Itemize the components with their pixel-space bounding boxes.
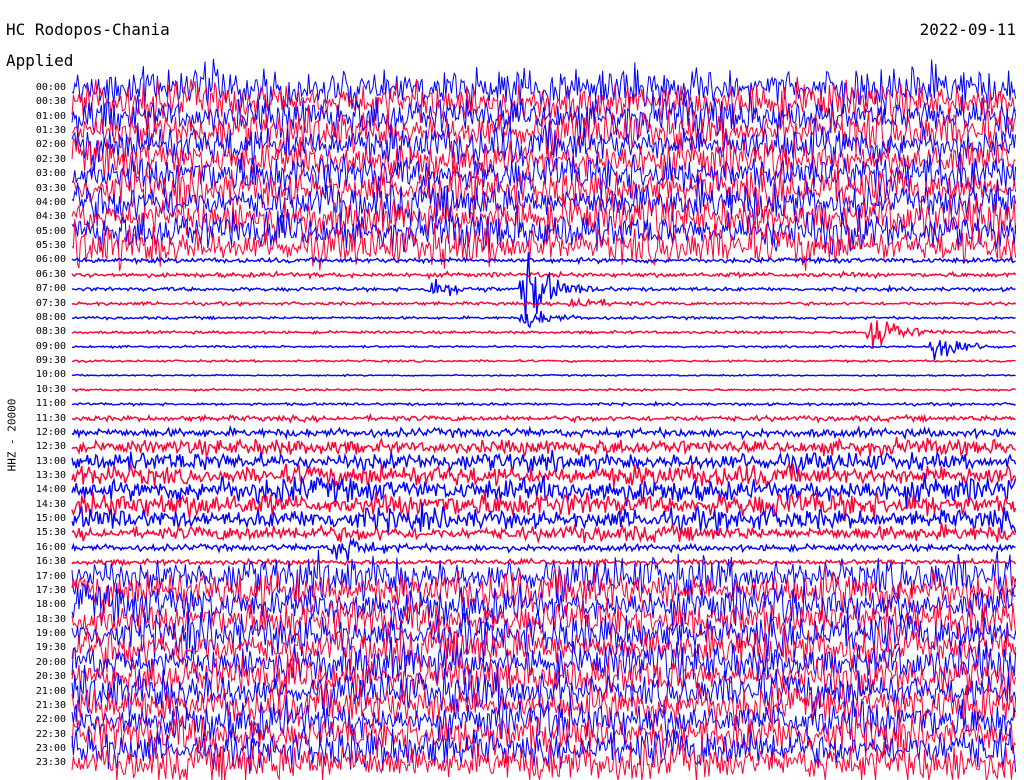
- trace-line: [71, 537, 1016, 562]
- trace-line: [71, 320, 1016, 349]
- trace-line: [71, 387, 1016, 393]
- trace-line: [71, 549, 1017, 602]
- trace-line: [71, 424, 1017, 441]
- trace-line: [71, 522, 1016, 545]
- trace-line: [71, 400, 1016, 408]
- trace-line: [71, 255, 1016, 266]
- trace-line: [71, 436, 1017, 460]
- trace-line: [71, 556, 1017, 569]
- trace-line: [71, 502, 1017, 536]
- trace-line: [71, 311, 1016, 329]
- trace-line: [71, 449, 1017, 475]
- trace-line: [71, 58, 1017, 115]
- trace-line: [71, 252, 1016, 320]
- helicorder-plot: [71, 58, 1017, 780]
- trace-line: [71, 373, 1016, 378]
- trace-line: [71, 358, 1016, 364]
- trace-line: [72, 412, 1016, 424]
- trace-line: [71, 296, 1017, 309]
- trace-line: [71, 270, 1017, 281]
